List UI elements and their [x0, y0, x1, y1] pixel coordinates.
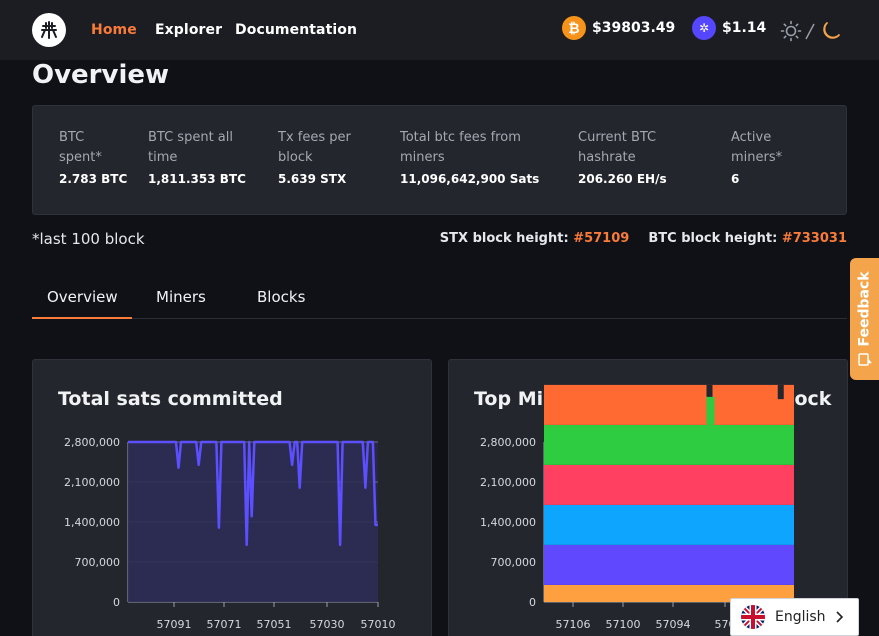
stat-tx-fees-per-block: Tx fees per block 5.639 STX: [278, 128, 378, 186]
feedback-label: Feedback: [856, 271, 873, 347]
stx-height-label: STX block height:: [439, 231, 569, 246]
x-tick-label: 57030: [310, 618, 345, 631]
btc-price-value: $39803.49: [592, 20, 676, 36]
theme-toggle[interactable]: [780, 20, 842, 42]
uk-flag-icon: [741, 605, 765, 629]
y-tick-label: 2,100,000: [480, 476, 536, 489]
last-blocks-note: *last 100 block: [32, 230, 145, 248]
top-miners-chart: 2,800,000 2,100,000 1,400,000 700,000 0 57106…: [480, 384, 794, 631]
x-tick-label: 57094: [656, 618, 691, 631]
x-tick-label: 57071: [207, 618, 242, 631]
x-tick-label: 57100: [606, 618, 641, 631]
stack-segment: [544, 464, 794, 505]
chart-card-total-sats: Total sats committed 2,800,000 2,100,000 1…: [32, 359, 432, 636]
active-tab-indicator: [32, 317, 132, 319]
sun-icon[interactable]: [780, 20, 802, 42]
top-navbar: Home Explorer Documentation ₿ $39803.49 …: [0, 0, 879, 60]
stat-label: BTC spent all time: [148, 130, 233, 165]
y-tick-label: 1,400,000: [480, 516, 536, 529]
tab-miners[interactable]: Miners: [156, 288, 206, 306]
nav-home[interactable]: Home: [91, 22, 137, 38]
language-label: English: [775, 609, 826, 625]
stat-value: 11,096,642,900 Sats: [400, 172, 540, 186]
tab-overview[interactable]: Overview: [47, 288, 118, 306]
stat-label: Tx fees per block: [278, 130, 351, 165]
moon-icon[interactable]: [818, 20, 842, 42]
stat-value: 1,811.353 BTC: [148, 172, 246, 186]
slash-divider-icon: [805, 23, 815, 40]
btc-height-value[interactable]: #733031: [782, 231, 847, 246]
y-tick-label: 1,400,000: [64, 516, 120, 529]
stat-total-btc-fees: Total btc fees from miners 11,096,642,90…: [400, 128, 560, 186]
stat-value: 2.783 BTC: [59, 172, 128, 186]
btc-height-label: BTC block height:: [648, 231, 778, 246]
stat-value: 5.639 STX: [278, 172, 347, 186]
x-tick-label: 57051: [257, 618, 292, 631]
stat-btc-spent-all-time: BTC spent all time 1,811.353 BTC: [148, 128, 258, 186]
tab-blocks[interactable]: Blocks: [257, 288, 305, 306]
stacks-icon: ✲: [692, 16, 716, 40]
stats-panel: BTC spent* 2.783 BTC BTC spent all time …: [32, 105, 847, 215]
chevron-right-icon: [836, 611, 844, 623]
stat-btc-hashrate: Current BTC hashrate 206.260 EH/s: [578, 128, 698, 186]
stack-segment: [544, 384, 794, 425]
stack-segment: [544, 424, 794, 465]
block-heights: STX block height: #57109 BTC block heigh…: [440, 231, 847, 246]
y-tick-label: 2,800,000: [64, 436, 120, 449]
stack-segment: [544, 504, 794, 545]
stat-label: Active miners*: [731, 130, 783, 165]
total-sats-chart: 2,800,000 2,100,000 1,400,000 700,000 0 57091…: [64, 436, 396, 631]
stat-btc-spent: BTC spent* 2.783 BTC: [59, 128, 129, 186]
stat-label: Current BTC hashrate: [578, 130, 657, 165]
stack-segment: [706, 396, 715, 425]
y-tick-label: 700,000: [75, 556, 121, 569]
y-tick-label: 0: [113, 596, 120, 609]
stat-active-miners: Active miners* 6: [731, 128, 801, 186]
feedback-button[interactable]: Feedback: [850, 258, 879, 380]
nav-documentation[interactable]: Documentation: [235, 22, 357, 38]
stat-value: 6: [731, 172, 740, 186]
app-logo[interactable]: [32, 13, 66, 47]
stat-label: Total btc fees from miners: [400, 130, 521, 165]
stx-price: ✲ $1.14: [692, 16, 766, 40]
chart-card-top-miners: Top Miners - Sats spent per block 2,800,…: [448, 359, 848, 636]
y-tick-label: 2,100,000: [64, 476, 120, 489]
x-tick-label: 57091: [157, 618, 192, 631]
stack-segment: [544, 544, 794, 585]
tab-bar: Overview Miners Blocks: [32, 280, 847, 319]
bitcoin-icon: ₿: [562, 16, 586, 40]
stx-height-value[interactable]: #57109: [573, 231, 629, 246]
x-tick-label: 57106: [556, 618, 591, 631]
nav-explorer[interactable]: Explorer: [155, 22, 222, 38]
stat-value: 206.260 EH/s: [578, 172, 667, 186]
logo-icon: [41, 21, 57, 39]
y-tick-label: 0: [529, 596, 536, 609]
language-selector[interactable]: English: [730, 598, 859, 636]
feedback-icon: [858, 353, 872, 366]
page-title: Overview: [32, 60, 170, 90]
stx-price-value: $1.14: [722, 20, 767, 36]
y-tick-label: 700,000: [491, 556, 537, 569]
x-tick-label: 57010: [361, 618, 396, 631]
btc-price: ₿ $39803.49: [562, 16, 675, 40]
y-tick-label: 2,800,000: [480, 436, 536, 449]
stat-label: BTC spent*: [59, 130, 102, 165]
series-gap: [777, 384, 784, 400]
